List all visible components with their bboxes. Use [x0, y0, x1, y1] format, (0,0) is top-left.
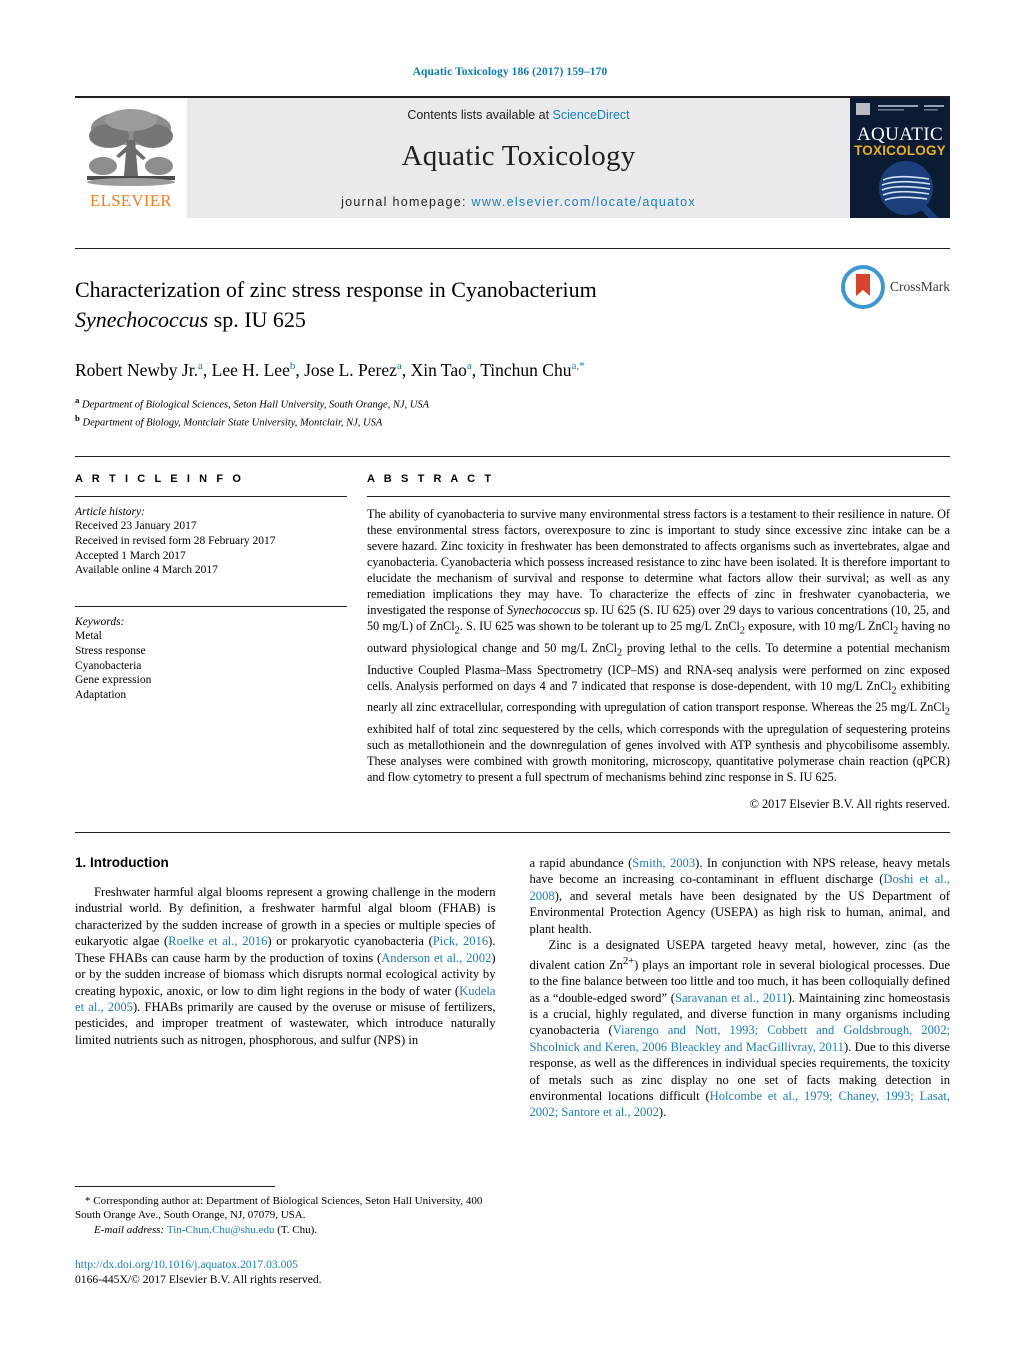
citation-link[interactable]: Anderson et al., 2002: [381, 951, 491, 965]
affiliation-mark: a: [75, 394, 80, 405]
crossmark-badge[interactable]: CrossMark: [841, 265, 950, 309]
abstract-column: A B S T R A C T The ability of cyanobact…: [359, 473, 950, 812]
subscript: 2: [944, 706, 950, 718]
svg-text:TOXICOLOGY: TOXICOLOGY: [854, 143, 946, 158]
article-history-group: Article history: Received 23 January 201…: [75, 497, 347, 578]
title-block: CrossMark Characterization of zinc stres…: [75, 248, 950, 430]
doi-block: http://dx.doi.org/10.1016/j.aquatox.2017…: [75, 1257, 497, 1287]
citation-link[interactable]: Saravanan et al., 2011: [675, 991, 788, 1005]
abstract-text: The ability of cyanobacteria to survive …: [367, 497, 950, 785]
citation-link[interactable]: Pick, 2016: [433, 934, 488, 948]
copyright-line: © 2017 Elsevier B.V. All rights reserved…: [749, 797, 950, 812]
keyword-item: Stress response: [75, 644, 146, 657]
doi-link[interactable]: http://dx.doi.org/10.1016/j.aquatox.2017…: [75, 1257, 497, 1272]
homepage-url-link[interactable]: www.elsevier.com/locate/aquatox: [472, 195, 696, 209]
keyword-item: Gene expression: [75, 674, 152, 687]
intro-paragraph-1-continued: a rapid abundance (Smith, 2003). In conj…: [530, 855, 951, 937]
crossmark-label: CrossMark: [890, 279, 950, 294]
para-part: ).: [658, 1105, 667, 1120]
citation-link[interactable]: Smith, 2003: [632, 856, 695, 870]
elsevier-logo: ELSEVIER: [75, 98, 187, 218]
page-title: Characterization of zinc stress response…: [75, 275, 775, 335]
author-name: Xin Tao: [410, 359, 467, 380]
article-info-column: A R T I C L E I N F O Article history: R…: [75, 473, 359, 812]
elsevier-tree-icon: [87, 109, 175, 186]
running-head: Aquatic Toxicology 186 (2017) 159–170: [412, 66, 608, 78]
para-part: ), and several metals have been designat…: [529, 888, 951, 936]
body-column-left: 1. Introduction Freshwater harmful algal…: [75, 855, 496, 1121]
author-name: Tinchun Chu: [480, 359, 572, 380]
author-affil-mark: a: [466, 360, 472, 372]
email-label: E-mail address:: [94, 1224, 167, 1236]
email-note: E-mail address: Tin-Chun.Chu@shu.edu (T.…: [75, 1223, 497, 1237]
crossmark-icon: [841, 265, 885, 309]
footnote-divider: [75, 1186, 275, 1187]
superscript-charge: 2+: [622, 955, 635, 967]
title-species: Synechococcus: [75, 307, 209, 332]
body-columns: 1. Introduction Freshwater harmful algal…: [75, 832, 950, 1121]
keyword-item: Adaptation: [75, 688, 127, 701]
history-item: Received in revised form 28 February 201…: [75, 535, 276, 548]
affiliation-mark: b: [75, 412, 80, 423]
title-line-2-rest: sp. IU 625: [208, 307, 306, 332]
abstract-part: exposure, with 10 mg/L ZnCl: [744, 619, 894, 634]
article-history-label: Article history:: [75, 505, 145, 518]
author-affil-mark: b: [289, 360, 296, 372]
para-part: ). FHABs primarily are caused by the ove…: [75, 999, 496, 1047]
journal-masthead: ELSEVIER Contents lists available at Sci…: [75, 96, 950, 218]
affiliation-text: Department of Biology, Montclair State U…: [82, 417, 383, 429]
author-name: Lee H. Lee: [211, 359, 290, 380]
footnote-block: * Corresponding author at: Department of…: [75, 1186, 497, 1287]
affiliation-item: a Department of Biological Sciences, Set…: [75, 394, 950, 412]
article-info-heading: A R T I C L E I N F O: [75, 472, 244, 485]
author-name: Jose L. Perez: [304, 359, 397, 380]
journal-cover-thumbnail: AQUATIC TOXICOLOGY: [850, 98, 950, 218]
affiliation-list: a Department of Biological Sciences, Set…: [75, 394, 950, 430]
contents-prefix: Contents lists available at: [407, 108, 553, 122]
author-affil-mark: a,*: [571, 360, 585, 372]
contents-list-line: Contents lists available at ScienceDirec…: [187, 108, 850, 122]
citation-link[interactable]: Roelke et al., 2016: [168, 934, 267, 948]
keyword-item: Cyanobacteria: [75, 659, 142, 672]
author-affil-mark: a: [197, 360, 203, 372]
keyword-item: Metal: [75, 630, 102, 643]
abstract-part: The ability of cyanobacteria to survive …: [367, 506, 950, 618]
affiliation-text: Department of Biological Sciences, Seton…: [82, 399, 430, 411]
abstract-part: exhibited half of total zinc sequestered…: [367, 721, 950, 784]
journal-title: Aquatic Toxicology: [401, 140, 636, 172]
title-line-1: Characterization of zinc stress response…: [75, 277, 597, 302]
abstract-species: Synechococcus: [507, 603, 581, 618]
intro-paragraph-2: Zinc is a designated USEPA targeted heav…: [530, 937, 951, 1121]
keywords-group: Keywords: Metal Stress response Cyanobac…: [75, 598, 347, 703]
keywords-label: Keywords:: [75, 615, 125, 628]
author-list: Robert Newby Jr.a, Lee H. Leeb, Jose L. …: [75, 359, 585, 380]
homepage-label: journal homepage:: [341, 195, 472, 209]
section-heading-introduction: 1. Introduction: [75, 855, 169, 871]
abstract-part: . S. IU 625 was shown to be tolerant up …: [459, 619, 740, 634]
history-item: Available online 4 March 2017: [75, 564, 218, 577]
affiliation-item: b Department of Biology, Montclair State…: [75, 412, 950, 430]
cover-artwork: AQUATIC TOXICOLOGY: [850, 98, 950, 218]
body-column-right: a rapid abundance (Smith, 2003). In conj…: [530, 855, 951, 1121]
masthead-center-panel: Contents lists available at ScienceDirec…: [187, 98, 850, 218]
author-affil-mark: a: [396, 360, 402, 372]
intro-paragraph-1: Freshwater harmful algal blooms represen…: [75, 884, 496, 1048]
history-item: Received 23 January 2017: [75, 520, 197, 533]
abstract-heading: A B S T R A C T: [367, 472, 495, 485]
issn-copyright-line: 0166-445X/© 2017 Elsevier B.V. All right…: [75, 1273, 322, 1286]
info-abstract-section: A R T I C L E I N F O Article history: R…: [75, 455, 950, 812]
svg-text:AQUATIC: AQUATIC: [857, 124, 943, 145]
para-part: ) or prokaryotic cyanobacteria (: [267, 934, 433, 949]
elsevier-wordmark: ELSEVIER: [90, 191, 172, 210]
email-suffix: (T. Chu).: [274, 1224, 318, 1236]
corresponding-author-note: * Corresponding author at: Department of…: [75, 1195, 483, 1221]
article-page: Aquatic Toxicology 186 (2017) 159–170 EL…: [0, 0, 1020, 1351]
sciencedirect-link[interactable]: ScienceDirect: [553, 108, 630, 122]
divider: [75, 605, 347, 607]
author-name: Robert Newby Jr.: [75, 359, 198, 380]
history-item: Accepted 1 March 2017: [75, 549, 186, 562]
para-part: a rapid abundance (: [529, 856, 633, 871]
journal-homepage-line: journal homepage: www.elsevier.com/locat…: [187, 195, 850, 218]
email-link[interactable]: Tin-Chun.Chu@shu.edu: [167, 1224, 275, 1236]
